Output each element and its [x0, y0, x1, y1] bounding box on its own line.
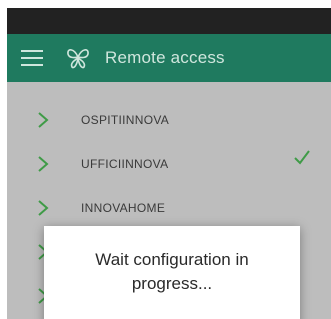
dialog-message: Wait configuration in progress... — [56, 248, 288, 296]
site-label: UFFICIINNOVA — [81, 157, 169, 171]
site-item-ufficiinnova[interactable]: UFFICIINNOVA — [7, 142, 331, 186]
chevron-right-icon — [38, 156, 49, 172]
app-bar: Remote access — [7, 34, 331, 82]
status-bar — [7, 8, 331, 34]
check-icon — [294, 150, 310, 165]
butterfly-logo-icon — [67, 49, 89, 69]
site-item-innovahome[interactable]: INNOVAHOME — [7, 186, 331, 230]
hamburger-menu-icon[interactable] — [21, 47, 43, 69]
chevron-right-icon — [38, 112, 49, 128]
app-screen: Remote access OSPITIINNOVA UFFICIINNOVA … — [7, 8, 331, 319]
dialog-message-line-2: progress... — [131, 274, 213, 293]
app-title: Remote access — [105, 48, 225, 67]
chevron-right-icon — [38, 200, 49, 216]
dialog-message-line-1: Wait configuration in — [95, 250, 249, 269]
site-label: OSPITIINNOVA — [81, 113, 170, 127]
site-label: INNOVAHOME — [81, 201, 166, 215]
site-item-ospitiinnova[interactable]: OSPITIINNOVA — [7, 98, 331, 142]
progress-dialog: Wait configuration in progress... — [44, 226, 300, 319]
